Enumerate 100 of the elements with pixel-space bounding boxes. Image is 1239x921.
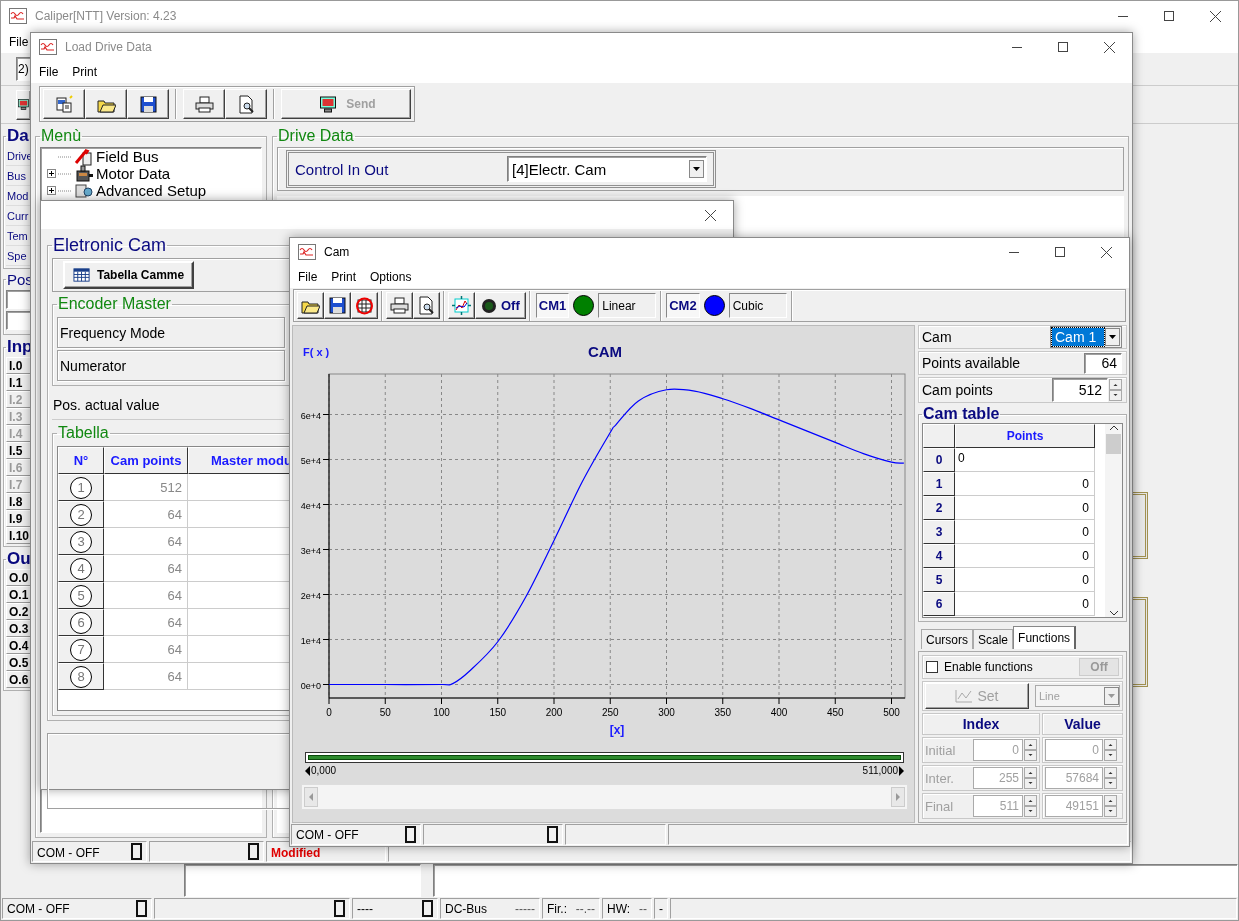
menu-item[interactable]: Options — [370, 270, 412, 284]
toolbar-button[interactable] — [448, 292, 475, 319]
table-cell[interactable]: 0 — [955, 568, 1095, 592]
curve-mode: Linear — [598, 293, 657, 318]
toolbar-button[interactable] — [183, 89, 225, 119]
row-number: 5 — [70, 584, 92, 607]
table-cell[interactable]: 0 — [955, 592, 1095, 616]
table-cell[interactable]: 0 — [955, 544, 1095, 568]
table-button[interactable]: Tabella Camme — [63, 261, 195, 289]
wrench-icon — [74, 147, 94, 166]
menu-item[interactable]: Print — [72, 65, 98, 79]
column-header: Cam points — [104, 447, 188, 474]
marker-icon — [899, 765, 904, 776]
tick-label: 150 — [489, 707, 507, 718]
tree-item[interactable]: Field Bus — [96, 148, 159, 165]
row-number: 3 — [70, 530, 92, 553]
menu-item[interactable]: File — [9, 35, 29, 49]
group-title: Eletronic Cam — [52, 235, 168, 256]
tick-label: 3e+4 — [300, 545, 321, 556]
page-search-icon — [417, 296, 436, 315]
scroll-up-icon[interactable] — [1108, 424, 1119, 432]
tick-label: 0e+0 — [300, 680, 321, 691]
menu-item[interactable]: File — [298, 270, 318, 284]
indicator-icon — [405, 826, 416, 843]
led-button[interactable]: Off — [475, 292, 526, 319]
toolbar-button[interactable] — [85, 89, 127, 119]
field-label: Points available — [922, 355, 1021, 371]
connector-line — [58, 155, 72, 158]
connector-line — [58, 189, 72, 192]
menu-item[interactable]: File — [39, 65, 59, 79]
window-title: Load Drive Data — [65, 40, 152, 54]
toolbar-button[interactable] — [297, 292, 324, 319]
table-cell: 64 — [104, 501, 188, 528]
scrollbar[interactable] — [1105, 424, 1122, 617]
chart-title: CAM — [587, 343, 623, 360]
input-field[interactable] — [6, 311, 32, 330]
indicator-icon — [248, 843, 259, 860]
row-number: 1 — [70, 476, 92, 499]
row-number: 6 — [70, 611, 92, 634]
toolbar-button[interactable] — [43, 89, 85, 119]
tick-label: 400 — [770, 707, 788, 718]
maximize-icon — [1058, 42, 1068, 52]
status-text: HW: — [607, 901, 631, 916]
tick-label: 2e+4 — [300, 590, 321, 601]
expand-icon[interactable] — [47, 186, 56, 195]
indicator-icon — [136, 900, 147, 917]
toolbar-button[interactable] — [351, 292, 378, 319]
tick-label: 0 — [326, 707, 332, 718]
tick-label: 50 — [379, 707, 391, 718]
table-cell[interactable]: 0 — [955, 520, 1095, 544]
indicator-icon — [334, 900, 345, 917]
row-header: 0 — [923, 448, 955, 472]
status-text: Fir.: — [547, 901, 567, 916]
chart-icon — [955, 689, 974, 703]
toolbar-button[interactable] — [324, 292, 351, 319]
minimize-icon — [1009, 251, 1019, 253]
window-title: Caliper[NTT] Version: 4.23 — [35, 9, 177, 23]
connector-line — [58, 172, 72, 175]
table-cell[interactable]: 0 — [955, 472, 1095, 496]
column-header: Index — [922, 713, 1040, 735]
group-title: Menù — [40, 127, 83, 145]
scroll-down-icon[interactable] — [1108, 609, 1119, 617]
menu-item[interactable]: Print — [331, 270, 357, 284]
group-title: Encoder Master — [57, 295, 172, 313]
scroll-thumb[interactable] — [1106, 434, 1121, 454]
tick-label: 500 — [883, 707, 900, 718]
toolbar-button[interactable] — [127, 89, 169, 119]
tree-item[interactable]: Advanced Setup — [96, 182, 207, 199]
indicator-icon — [131, 843, 142, 860]
tree-item[interactable]: Motor Data — [96, 165, 171, 182]
toolbar-button[interactable] — [225, 89, 267, 119]
range-slider[interactable] — [308, 755, 901, 760]
tab[interactable]: Functions — [1013, 626, 1077, 649]
expand-icon[interactable] — [47, 169, 56, 178]
dropdown[interactable]: Cam 1 — [1050, 326, 1122, 348]
row-header: 3 — [923, 520, 955, 544]
table-cell: 64 — [104, 528, 188, 555]
status-text: COM - OFF — [296, 827, 359, 842]
toolbar-button[interactable] — [413, 292, 440, 319]
indicator-icon — [422, 900, 433, 917]
app-logo-icon — [298, 244, 316, 260]
dropdown[interactable]: [4]Electr. Cam — [507, 156, 707, 182]
status-text: Modified — [271, 846, 321, 860]
status-text: COM - OFF — [37, 846, 100, 860]
indicator-icon — [547, 826, 558, 843]
tab[interactable]: Cursors — [921, 629, 973, 649]
range-label: 0,000 — [311, 765, 337, 776]
tab[interactable]: Scale — [973, 629, 1014, 649]
motor-icon — [74, 164, 94, 183]
tick-label: 350 — [714, 707, 732, 718]
input-field[interactable] — [6, 290, 32, 309]
tick-label: 5e+4 — [300, 455, 321, 466]
toolbar-button[interactable] — [386, 292, 413, 319]
app-logo-icon — [39, 39, 57, 55]
tick-label: 4e+4 — [300, 500, 321, 511]
table-cell[interactable]: 0 — [955, 448, 1095, 472]
table-cell: 64 — [104, 609, 188, 636]
tick-label: 250 — [601, 707, 619, 718]
table-cell[interactable]: 0 — [955, 496, 1095, 520]
close-icon — [704, 209, 716, 221]
